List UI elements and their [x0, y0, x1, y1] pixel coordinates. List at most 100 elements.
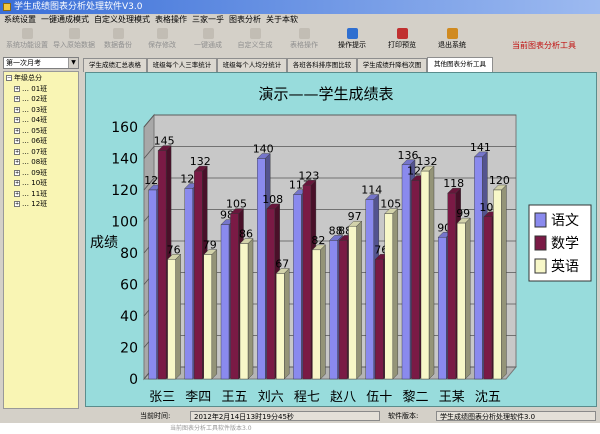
exam-select-value: 第一次月考 — [6, 59, 41, 67]
data-label: 141 — [470, 141, 491, 154]
bar — [167, 259, 176, 380]
toolbar-button[interactable]: 系统功能设置 — [4, 27, 50, 54]
bar — [275, 273, 285, 380]
toolbar-button[interactable]: 表格操作 — [282, 27, 326, 54]
toolbar-button[interactable]: 一键通成 — [188, 27, 228, 54]
expand-icon[interactable]: + — [14, 138, 20, 144]
app-icon — [3, 3, 11, 11]
expand-icon[interactable]: + — [14, 180, 20, 186]
data-label: 140 — [253, 143, 274, 156]
tab[interactable]: 其他图表分析工具 — [427, 57, 493, 73]
tree-connector: … — [22, 116, 32, 124]
menu-item[interactable]: 自定义处理模式 — [94, 15, 150, 24]
toolbar-button[interactable]: 打印预览 — [380, 27, 424, 54]
tab[interactable]: 各班各科排序图比较 — [287, 58, 357, 72]
bar — [420, 170, 430, 380]
tree-item-label: 02班 — [31, 95, 48, 103]
expand-icon[interactable]: + — [14, 201, 20, 207]
exam-select[interactable]: 第一次月考 ▼ — [3, 57, 79, 69]
bar — [474, 156, 483, 380]
tree-item[interactable]: +… 04班 — [4, 115, 78, 126]
toolbar-button[interactable]: 操作提示 — [330, 27, 374, 54]
menu-item[interactable]: 图表分析 — [229, 15, 261, 24]
tab[interactable]: 班级每个人三率统计 — [147, 58, 217, 72]
x-tick-label: 刘六 — [258, 390, 284, 405]
bar — [230, 213, 239, 380]
class-tree: − 年级总分 +… 01班 +… 02班 +… 03班 +… 04班 +… 05班 +… 0… — [3, 71, 79, 409]
collapse-icon[interactable]: − — [6, 75, 12, 81]
expand-icon[interactable]: + — [14, 127, 20, 134]
expand-icon[interactable]: + — [14, 190, 20, 197]
data-label: 132 — [417, 155, 438, 168]
tree-item[interactable]: +… 08班 — [4, 157, 78, 168]
tree-connector: … — [22, 189, 32, 198]
toolbar-button[interactable]: 保存修改 — [140, 27, 184, 54]
legend-label: 语文 — [551, 213, 579, 229]
tree-item[interactable]: +… 06班 — [4, 136, 78, 147]
expand-icon[interactable]: + — [14, 148, 20, 155]
expand-icon[interactable]: + — [14, 159, 20, 165]
bar — [493, 189, 502, 380]
legend-swatch — [534, 235, 547, 251]
status-bar: 当前时间: 2012年2月14日13时19分45秒 软件版本: 学生成绩图表分析… — [0, 410, 600, 422]
tree-item[interactable]: +… 07班 — [4, 147, 78, 158]
tree-item[interactable]: +… 12班 — [4, 199, 78, 210]
data-label: 123 — [298, 169, 319, 182]
tab[interactable]: 学生成绩升降档次图 — [357, 58, 427, 72]
y-tick-label: 120 — [111, 183, 138, 199]
bar — [184, 188, 194, 380]
tree-item[interactable]: +… 03班 — [4, 105, 78, 116]
x-tick-label: 沈五 — [475, 390, 501, 405]
tree-connector: … — [22, 95, 32, 103]
menu-item[interactable]: 系统设置 — [4, 15, 36, 24]
expand-icon[interactable]: + — [14, 117, 20, 123]
expand-icon[interactable]: + — [14, 106, 20, 113]
toolbar-icon — [249, 28, 261, 39]
bar — [401, 164, 411, 380]
menu-item[interactable]: 一键通成模式 — [41, 15, 89, 24]
x-tick-label: 黎二 — [402, 390, 428, 405]
toolbar-button[interactable]: 自定义生成 — [230, 27, 280, 54]
toolbar-icon — [68, 28, 80, 39]
tree-connector: … — [22, 158, 32, 166]
y-tick-label: 100 — [111, 215, 138, 231]
menu-item[interactable]: 表格操作 — [155, 15, 187, 24]
toolbar-button[interactable]: 退出系统 — [430, 27, 474, 54]
toolbar-icon — [202, 28, 214, 39]
data-label: 79 — [203, 239, 217, 252]
expand-icon[interactable]: + — [14, 85, 20, 92]
tree-item[interactable]: +… 10班 — [4, 178, 78, 189]
bar — [348, 226, 357, 380]
data-label: 86 — [239, 228, 253, 241]
tree-item[interactable]: +… 11班 — [4, 189, 78, 200]
x-tick-label: 张三 — [149, 390, 175, 405]
bar — [266, 208, 275, 380]
data-label: 136 — [398, 149, 419, 162]
expand-icon[interactable]: + — [14, 169, 20, 176]
tree-item[interactable]: +… 01班 — [4, 84, 78, 95]
toolbar-button[interactable]: 数据备份 — [98, 27, 138, 54]
tab[interactable]: 学生成绩汇总表格 — [83, 58, 147, 72]
menu-item[interactable]: 三家一乎 — [192, 15, 224, 24]
toolbar-icon — [396, 28, 408, 39]
tree-connector: … — [22, 179, 32, 187]
toolbar-button-label: 表格操作 — [290, 41, 318, 49]
toolbar-button-label: 导入原始数据 — [53, 41, 95, 49]
toolbar-button[interactable]: 导入原始数据 — [52, 27, 96, 54]
tree-item-label: 06班 — [31, 137, 48, 145]
tree-connector: … — [22, 168, 32, 177]
tree-item[interactable]: +… 05班 — [4, 126, 78, 137]
tab[interactable]: 班级每个人均分统计 — [217, 58, 287, 72]
tree-item-label: 03班 — [31, 105, 48, 114]
data-label: 67 — [275, 257, 289, 270]
chart-tool-link[interactable]: 当前图表分析工具 — [512, 40, 576, 51]
tree-item-label: 12班 — [31, 200, 48, 208]
toolbar-button-label: 操作提示 — [338, 41, 366, 49]
tree-item[interactable]: +… 02班 — [4, 94, 78, 105]
legend-label: 数学 — [551, 236, 579, 252]
menu-item[interactable]: 关于本软 — [266, 15, 298, 24]
expand-icon[interactable]: + — [14, 96, 20, 102]
tree-item[interactable]: +… 09班 — [4, 168, 78, 179]
tree-root[interactable]: − 年级总分 — [4, 73, 78, 84]
chevron-down-icon[interactable]: ▼ — [68, 58, 78, 68]
